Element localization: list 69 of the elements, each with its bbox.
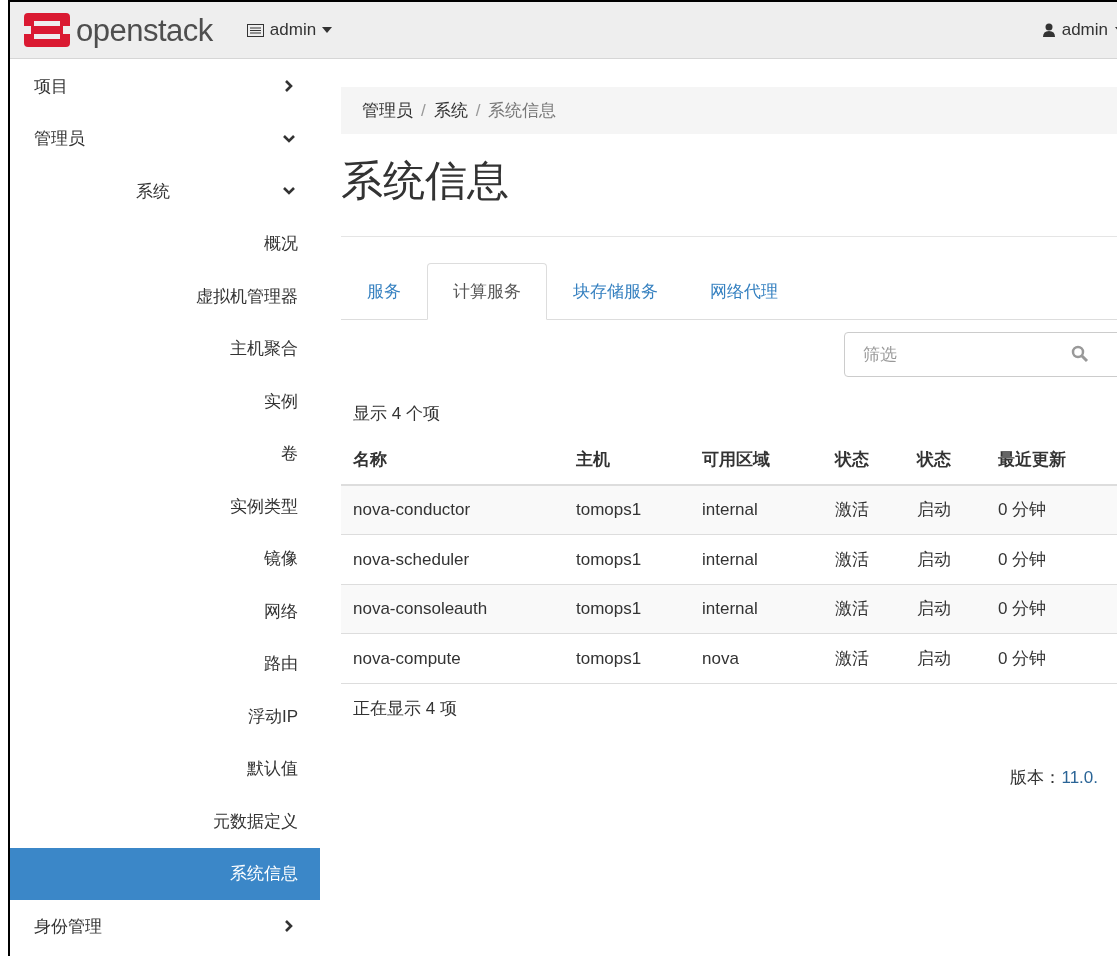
breadcrumb-item[interactable]: 管理员 — [362, 97, 413, 124]
sidebar-item[interactable]: 默认值 — [10, 742, 320, 795]
table-cell: 激活 — [835, 549, 869, 569]
sidebar-item[interactable]: 身份管理 — [10, 900, 320, 953]
table-cell: nova-scheduler — [353, 549, 470, 569]
filter-field[interactable]: 筛选 — [844, 332, 1117, 377]
table-cell: 0 分钟 — [998, 549, 1047, 569]
sidebar-item[interactable]: 网络 — [10, 585, 320, 638]
sidebar-item-label: 管理员 — [33, 128, 86, 150]
table-cell: nova-conductor — [353, 500, 471, 519]
table-cell: 0 分钟 — [998, 648, 1047, 668]
column-header: 名称 — [353, 450, 387, 470]
sidebar-item[interactable]: 系统信息 — [10, 847, 320, 900]
table-cell: nova-consoleauth — [353, 599, 488, 618]
column-header: 状态 — [835, 450, 869, 470]
table-cell: tomops1 — [576, 599, 642, 618]
column-header: 状态 — [917, 450, 951, 470]
sidebar-item[interactable]: 实例类型 — [10, 480, 320, 533]
table-cell: tomops1 — [576, 500, 642, 519]
version-label: 版本： — [1010, 767, 1062, 789]
tab[interactable]: 块存储服务 — [547, 263, 684, 320]
sidebar-item[interactable]: 镜像 — [10, 532, 320, 585]
table-cell: 启动 — [917, 500, 951, 519]
column-header: 最近更新 — [998, 450, 1066, 470]
sidebar-item[interactable]: 管理员 — [10, 112, 320, 165]
table-cell: internal — [702, 549, 758, 569]
tab[interactable]: 网络代理 — [684, 263, 804, 320]
sidebar-item[interactable]: 浮动IP — [10, 690, 320, 743]
table-cell: tomops1 — [576, 549, 642, 569]
breadcrumb-separator: / — [420, 99, 427, 122]
breadcrumb-separator: / — [474, 99, 482, 122]
version-number: 11.0. — [1061, 767, 1098, 789]
sidebar-item-label: 项目 — [33, 75, 69, 98]
logo-text: openstack — [76, 14, 213, 46]
sidebar-item[interactable]: 系统 — [10, 165, 320, 218]
column-header: 主机 — [576, 450, 610, 470]
sidebar-item[interactable]: 卷 — [10, 427, 320, 480]
table-cell: 激活 — [835, 648, 869, 668]
user-menu[interactable]: admin — [1042, 17, 1117, 43]
sidebar-item[interactable]: 元数据定义 — [10, 795, 320, 848]
sidebar-item[interactable]: 虚拟机管理器 — [10, 270, 320, 323]
footer-count: 正在显示 4 项 — [352, 697, 457, 720]
sidebar-item[interactable]: 路由 — [10, 637, 320, 690]
project-menu[interactable]: admin — [246, 17, 333, 43]
table-cell: 激活 — [835, 599, 869, 618]
table-cell: tomops1 — [576, 648, 642, 668]
column-header: 可用区域 — [702, 450, 770, 470]
table-cell: 启动 — [917, 648, 951, 668]
sidebar-item-label: 身份管理 — [33, 915, 103, 938]
tab[interactable]: 服务 — [341, 263, 427, 320]
item-count: 显示 4 个项 — [352, 403, 440, 425]
table-cell: nova-compute — [353, 648, 461, 668]
breadcrumb-item[interactable]: 系统 — [433, 97, 468, 124]
table-cell: internal — [702, 500, 758, 519]
sidebar-item-label: 系统 — [135, 180, 171, 203]
page-title: 系统信息 — [341, 160, 510, 206]
table-cell: 启动 — [917, 549, 951, 569]
tab[interactable]: 计算服务 — [427, 263, 547, 320]
table-cell: internal — [702, 599, 758, 618]
table-cell: 0 分钟 — [998, 599, 1047, 618]
table-cell: 0 分钟 — [998, 500, 1047, 519]
sidebar-item[interactable]: 实例 — [10, 375, 320, 428]
sidebar-item[interactable]: 概况 — [10, 217, 320, 270]
table-cell: nova — [702, 648, 739, 668]
sidebar-item[interactable]: 主机聚合 — [10, 322, 320, 375]
table-cell: 激活 — [835, 500, 869, 519]
table-cell: 启动 — [917, 599, 951, 618]
sidebar-item[interactable]: 项目 — [10, 60, 320, 113]
breadcrumb-item: 系统信息 — [488, 99, 557, 122]
